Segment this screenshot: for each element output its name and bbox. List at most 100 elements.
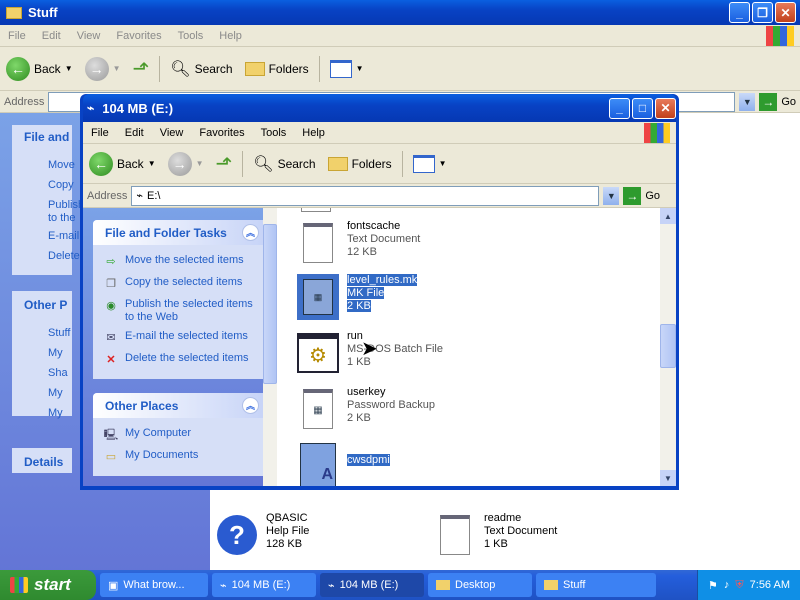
close-button[interactable]: ✕ [775,2,796,23]
forward-arrow-icon: → [167,151,192,176]
windows-flag-icon [10,577,28,593]
drive-e-titlebar[interactable]: ⌁ 104 MB (E:) _ □ ✕ [83,94,676,122]
start-button[interactable]: start [0,570,96,600]
taskbar-item-desktop[interactable]: Desktop [428,573,532,597]
folders-button[interactable]: Folders [239,61,315,76]
back-button[interactable]: ← Back ▼ [0,56,79,81]
menu-view[interactable]: View [69,30,109,42]
stuff-task-fragment[interactable]: E-mail [48,230,79,242]
forward-button[interactable]: → ▼ [162,151,210,176]
file-icon-partial [301,208,331,212]
close-button[interactable]: ✕ [655,97,676,119]
task-delete[interactable]: ✕ Delete the selected items [93,349,267,371]
my-computer-icon: 🖳 [103,428,119,441]
stuff-toolbar: ← Back ▼ → ▼ ⬏ 🔍︎ Search Folders ▼ [0,47,800,91]
stuff-task-fragment[interactable]: Publish [48,199,84,211]
back-button[interactable]: ← Back ▼ [83,151,162,176]
stuff-task-fragment[interactable]: Delete [48,250,80,262]
stuff-task-fragment[interactable]: Move [48,159,75,171]
views-button[interactable]: ▼ [324,59,370,78]
menu-edit[interactable]: Edit [34,30,69,42]
folders-button[interactable]: Folders [322,156,398,171]
taskbar-item-stuff[interactable]: Stuff [536,573,656,597]
stuff-place-fragment[interactable]: My [48,387,63,399]
stuff-place-fragment[interactable]: Stuff [48,327,70,339]
file-item-qbasic[interactable]: ? QBASIC Help File 128 KB [216,512,309,558]
stuff-titlebar[interactable]: Stuff _ ❐ ✕ [0,0,800,25]
menu-view[interactable]: View [152,127,192,139]
menu-favorites[interactable]: Favorites [108,30,169,42]
drive-icon: ⌁ [136,190,143,202]
taskbar-item-drive-e-1[interactable]: ⌁ 104 MB (E:) [212,573,316,597]
browser-icon: ▣ [108,579,119,592]
folder-icon [436,580,450,590]
stuff-menubar: File Edit View Favorites Tools Help [0,25,800,47]
tray-network-icon[interactable]: ⚑ [708,579,718,592]
menu-tools[interactable]: Tools [253,127,295,139]
stuff-task-fragment[interactable]: Copy [48,179,74,191]
task-email[interactable]: ✉ E-mail the selected items [93,327,267,349]
views-button[interactable]: ▼ [407,154,453,173]
address-dropdown-button[interactable]: ▼ [603,186,620,205]
collapse-chevron-icon[interactable]: ︽ [242,224,259,241]
file-list-scrollbar[interactable]: ▲ ▼ [660,208,676,486]
maximize-button[interactable]: ❐ [752,2,773,23]
menu-file[interactable]: File [83,127,117,139]
up-folder-button[interactable]: ⬏ [210,151,239,176]
file-item-userkey[interactable]: ▦ userkey Password Backup 2 KB [297,386,435,432]
task-move[interactable]: ⇨ Move the selected items [93,251,267,273]
minimize-button[interactable]: _ [609,97,630,119]
taskbar-item-drive-e-2[interactable]: ⌁ 104 MB (E:) [320,573,424,597]
menu-file[interactable]: File [0,30,34,42]
stuff-place-fragment[interactable]: My [48,347,63,359]
back-arrow-icon: ← [89,151,113,176]
clock[interactable]: 7:56 AM [750,579,790,591]
place-my-computer[interactable]: 🖳 My Computer [93,424,267,446]
drive-e-window[interactable]: ⌁ 104 MB (E:) _ □ ✕ File Edit View Favor… [80,94,679,490]
scroll-down-button[interactable]: ▼ [660,470,676,486]
window-title: 104 MB (E:) [102,100,174,116]
file-item-level-rules[interactable]: ▦ level_rules.mk MK File 2 KB [297,274,418,320]
stuff-pane-fragment: File and [24,130,70,144]
go-button[interactable]: → Go [759,92,796,111]
address-input[interactable]: ⌁ E:\ [131,185,600,206]
stuff-place-fragment[interactable]: My [48,407,63,419]
mouse-cursor-icon: ➤ [361,338,378,360]
tray-security-icon[interactable]: ⛨ [735,579,743,592]
scroll-thumb[interactable] [660,324,676,368]
minimize-button[interactable]: _ [729,2,750,23]
go-button[interactable]: → Go [623,186,660,205]
menu-favorites[interactable]: Favorites [191,127,252,139]
place-my-documents[interactable]: ▭ My Documents [93,446,267,468]
taskbar-item-browser[interactable]: ▣ What brow... [100,573,208,597]
address-dropdown-button[interactable]: ▼ [739,92,756,111]
up-folder-button[interactable]: ⬏ [127,56,156,81]
file-item-cwsdpmi[interactable]: A cwsdpmi [297,442,390,486]
stuff-task-fragment[interactable]: to the [48,212,76,224]
collapse-chevron-icon[interactable]: ︽ [242,397,259,414]
menu-help[interactable]: Help [211,30,250,42]
menu-edit[interactable]: Edit [117,127,152,139]
search-button[interactable]: 🔍︎ Search [164,59,238,79]
search-button[interactable]: 🔍︎ Search [247,154,321,174]
file-item-fontscache[interactable]: fontscache Text Document 12 KB [297,220,420,266]
task-copy[interactable]: ❐ Copy the selected items [93,273,267,295]
menu-tools[interactable]: Tools [170,30,212,42]
drive-icon: ⌁ [220,579,227,592]
panel-header[interactable]: File and Folder Tasks ︽ [93,220,267,245]
file-item-readme[interactable]: readme Text Document 1 KB [434,512,557,558]
task-pane-scrollbar[interactable] [263,208,277,486]
forward-button[interactable]: → ▼ [79,56,127,81]
scroll-up-button[interactable]: ▲ [660,208,676,224]
maximize-button[interactable]: □ [632,97,653,119]
task-publish[interactable]: ◉ Publish the selected items to the Web [93,295,267,327]
file-folder-tasks-panel: File and Folder Tasks ︽ ⇨ Move the selecte… [93,220,267,379]
stuff-place-fragment[interactable]: Sha [48,367,68,379]
windows-logo-icon [644,122,670,143]
views-icon [329,59,352,78]
copy-icon: ❐ [106,277,116,290]
tray-volume-icon[interactable]: ♪ [724,579,730,591]
menu-help[interactable]: Help [294,127,333,139]
panel-header[interactable]: Other Places ︽ [93,393,267,418]
email-icon: ✉ [106,331,116,344]
